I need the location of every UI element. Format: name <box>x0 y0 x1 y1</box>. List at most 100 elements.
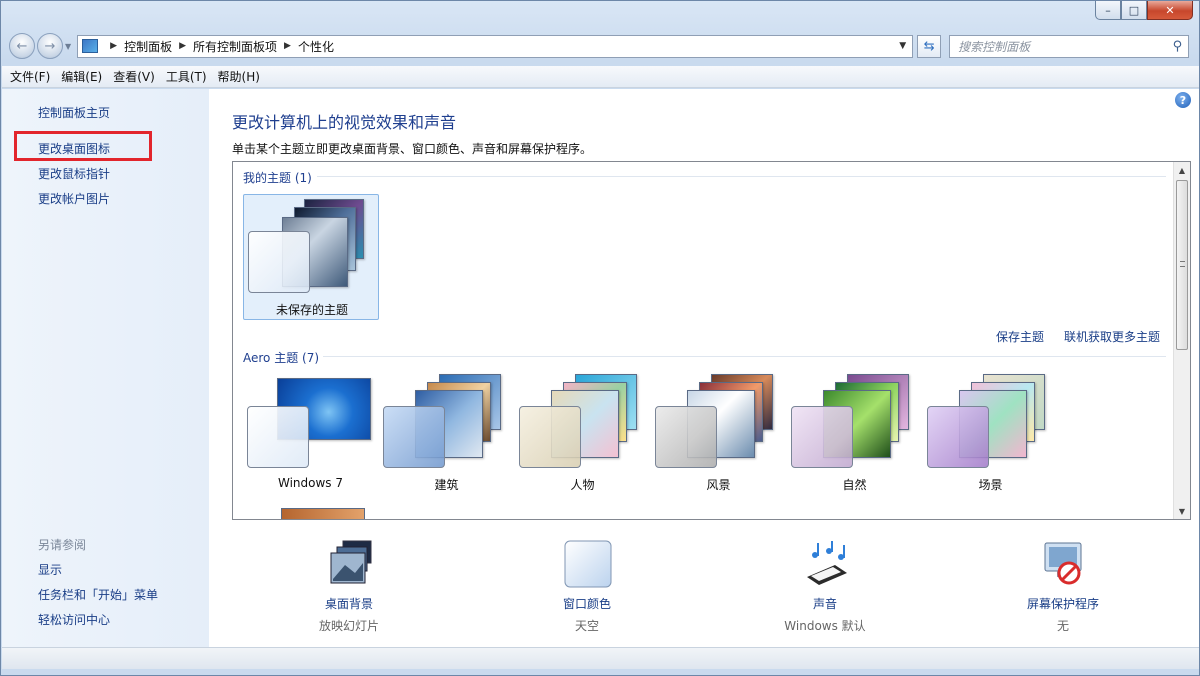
aero-themes-header: Aero 主题 (7) <box>243 351 320 365</box>
theme-tile-architecture[interactable]: 建筑 <box>379 370 509 492</box>
window-frame: – □ ✕ ← → ▼ ▶ 控制面板 ▶ 所有控制面板项 ▶ 个性化 ▼ ⇆ 搜… <box>0 0 1200 676</box>
navigation-row: ← → ▼ ▶ 控制面板 ▶ 所有控制面板项 ▶ 个性化 ▼ ⇆ 搜索控制面板 … <box>9 31 1191 61</box>
status-bar <box>2 647 1199 669</box>
theme-preview-stack <box>651 370 781 468</box>
window-color-swatch <box>791 406 853 468</box>
window-color-swatch <box>247 406 309 468</box>
sounds-value: Windows 默认 <box>784 619 866 633</box>
theme-name: 人物 <box>570 478 595 492</box>
control-panel-icon <box>82 39 99 53</box>
minimize-button[interactable]: – <box>1095 1 1121 20</box>
desktop-background-option[interactable]: 桌面背景 放映幻灯片 <box>269 539 429 639</box>
search-input[interactable]: 搜索控制面板 ⚲ <box>949 34 1190 58</box>
search-icon[interactable]: ⚲ <box>1173 39 1183 54</box>
main-content: ? 更改计算机上的视觉效果和声音 单击某个主题立即更改桌面背景、窗口颜色、声音和… <box>209 89 1199 647</box>
theme-actions: 保存主题 联机获取更多主题 <box>976 328 1160 345</box>
get-more-themes-link[interactable]: 联机获取更多主题 <box>1064 328 1160 345</box>
menu-tools[interactable]: 工具(T) <box>166 68 207 85</box>
recent-pages-dropdown-icon[interactable]: ▼ <box>65 42 71 51</box>
divider <box>323 356 1166 357</box>
window-color-value: 天空 <box>574 619 599 633</box>
breadcrumb-control-panel[interactable]: 控制面板 <box>124 38 172 55</box>
refresh-button[interactable]: ⇆ <box>917 34 942 58</box>
refresh-icon: ⇆ <box>923 38 935 54</box>
scroll-up-icon[interactable]: ▲ <box>1174 162 1190 178</box>
theme-name: 场景 <box>978 478 1003 492</box>
page-title: 更改计算机上的视觉效果和声音 <box>232 113 457 132</box>
theme-tile-characters[interactable]: 人物 <box>515 370 645 492</box>
window-color-icon <box>564 540 612 588</box>
breadcrumb-separator-icon[interactable]: ▶ <box>110 41 117 51</box>
menu-bar: 文件(F) 编辑(E) 查看(V) 工具(T) 帮助(H) <box>2 66 1199 88</box>
theme-tile-windows7[interactable]: Windows 7 <box>243 370 373 490</box>
address-dropdown-icon[interactable]: ▼ <box>899 41 906 51</box>
back-button[interactable]: ← <box>9 33 35 59</box>
scroll-thumb[interactable] <box>1176 180 1188 350</box>
page-subtitle: 单击某个主题立即更改桌面背景、窗口颜色、声音和屏幕保护程序。 <box>232 142 593 156</box>
screen-saver-value: 无 <box>1056 619 1069 633</box>
breadcrumb-personalization[interactable]: 个性化 <box>298 38 334 55</box>
desktop-background-icon <box>330 540 372 584</box>
task-pane: 控制面板主页 更改桌面图标 更改鼠标指针 更改帐户图片 另请参阅 显示 任务栏和… <box>2 89 209 647</box>
screen-saver-option[interactable]: 屏幕保护程序 无 <box>983 539 1143 639</box>
change-desktop-icons-link[interactable]: 更改桌面图标 <box>38 140 110 157</box>
see-also-heading: 另请参阅 <box>38 538 87 552</box>
menu-file[interactable]: 文件(F) <box>10 68 50 85</box>
back-arrow-icon: ← <box>16 38 28 54</box>
scroll-grip-icon <box>1180 261 1185 267</box>
window-color-title[interactable]: 窗口颜色 <box>507 595 667 612</box>
window-color-swatch <box>655 406 717 468</box>
forward-button[interactable]: → <box>37 33 63 59</box>
desktop-background-title[interactable]: 桌面背景 <box>269 595 429 612</box>
menu-edit[interactable]: 编辑(E) <box>61 68 102 85</box>
change-mouse-pointers-link[interactable]: 更改鼠标指针 <box>38 165 110 182</box>
breadcrumb-separator-icon[interactable]: ▶ <box>284 41 291 51</box>
theme-preview-stack <box>244 195 374 293</box>
screen-saver-icon <box>1044 542 1082 585</box>
sounds-icon <box>807 541 847 585</box>
close-button[interactable]: ✕ <box>1147 1 1193 20</box>
screen-saver-title[interactable]: 屏幕保护程序 <box>983 595 1143 612</box>
breadcrumb-all-items[interactable]: 所有控制面板项 <box>193 38 277 55</box>
caption-buttons: – □ ✕ <box>1095 1 1193 20</box>
window-color-swatch <box>927 406 989 468</box>
theme-name: 自然 <box>842 478 867 492</box>
partial-theme-preview <box>281 508 365 519</box>
save-theme-link[interactable]: 保存主题 <box>996 328 1044 345</box>
window-color-option[interactable]: 窗口颜色 天空 <box>507 539 667 639</box>
control-panel-home-link[interactable]: 控制面板主页 <box>38 104 110 121</box>
menu-help[interactable]: 帮助(H) <box>218 68 260 85</box>
menu-view[interactable]: 查看(V) <box>113 68 155 85</box>
breadcrumb-separator-icon[interactable]: ▶ <box>179 41 186 51</box>
sounds-title[interactable]: 声音 <box>745 595 905 612</box>
ease-of-access-link[interactable]: 轻松访问中心 <box>38 611 110 628</box>
theme-tile-unsaved[interactable]: 未保存的主题 <box>243 194 379 320</box>
theme-name: 建筑 <box>434 478 459 492</box>
window-color-swatch <box>383 406 445 468</box>
display-link[interactable]: 显示 <box>38 561 62 578</box>
theme-tile-nature[interactable]: 自然 <box>787 370 917 492</box>
forward-arrow-icon: → <box>44 38 56 54</box>
theme-preview-stack <box>379 370 509 468</box>
search-placeholder: 搜索控制面板 <box>958 39 1031 54</box>
theme-name: 风景 <box>706 478 731 492</box>
window-color-swatch <box>519 406 581 468</box>
theme-preview-stack <box>515 370 645 468</box>
address-bar[interactable]: ▶ 控制面板 ▶ 所有控制面板项 ▶ 个性化 ▼ <box>77 34 914 58</box>
help-icon[interactable]: ? <box>1175 92 1191 108</box>
window-color-swatch <box>248 231 310 293</box>
sounds-option[interactable]: 声音 Windows 默认 <box>745 539 905 639</box>
change-account-picture-link[interactable]: 更改帐户图片 <box>38 190 110 207</box>
desktop-background-value: 放映幻灯片 <box>318 619 379 633</box>
theme-list-scrollbar[interactable]: ▲ ▼ <box>1173 162 1190 519</box>
theme-tile-landscapes[interactable]: 风景 <box>651 370 781 492</box>
theme-preview-stack <box>923 370 1053 468</box>
scroll-down-icon[interactable]: ▼ <box>1174 503 1190 519</box>
theme-tile-scenes[interactable]: 场景 <box>923 370 1053 492</box>
theme-list: 我的主题 (1) 未保存的主题 保存主题 联机获取更多主题 Aero 主题 (7… <box>232 161 1191 520</box>
theme-preview-stack <box>787 370 917 468</box>
theme-preview-stack <box>243 370 373 468</box>
theme-name: 未保存的主题 <box>275 303 348 317</box>
taskbar-start-menu-link[interactable]: 任务栏和「开始」菜单 <box>38 586 158 603</box>
maximize-button[interactable]: □ <box>1121 1 1147 20</box>
